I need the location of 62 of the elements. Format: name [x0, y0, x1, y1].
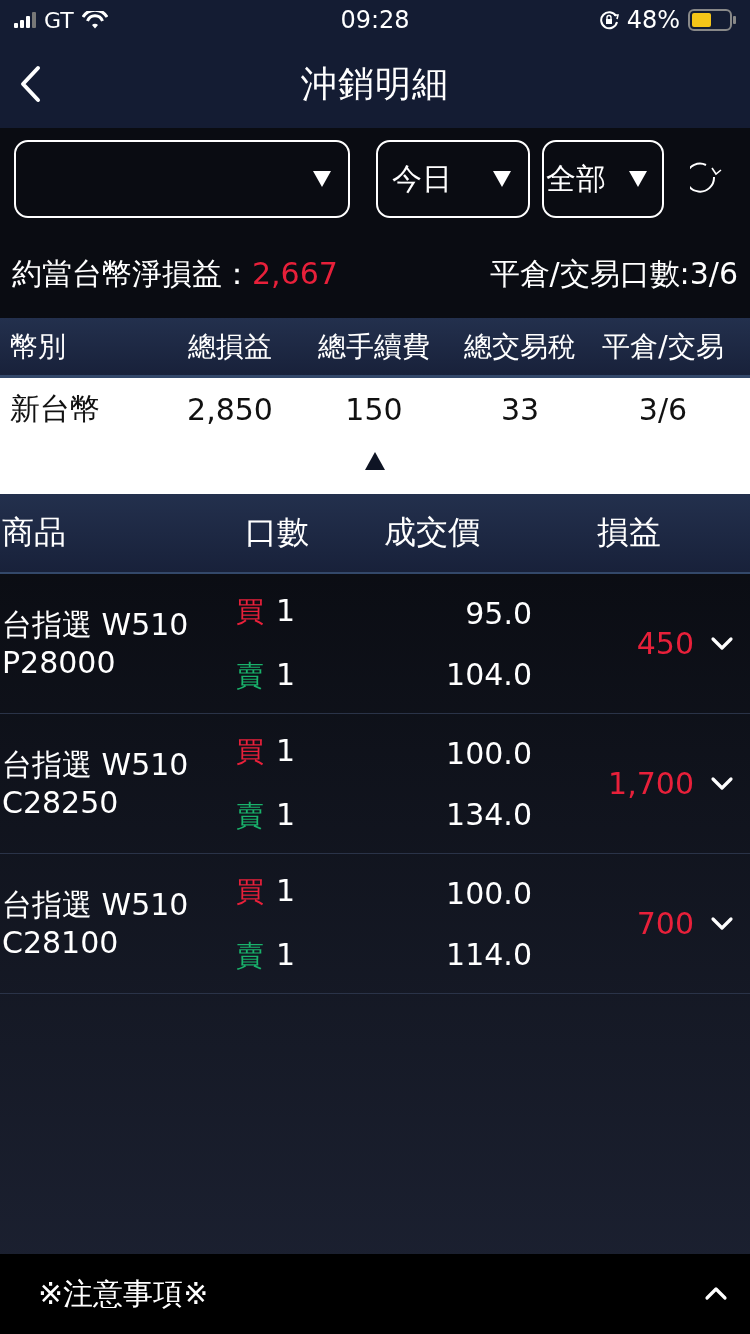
quantity: 1: [276, 936, 296, 974]
quantity: 1: [276, 592, 296, 630]
quantity: 1: [276, 732, 296, 770]
collapse-triangle-icon[interactable]: [363, 450, 387, 472]
net-pnl-label: 約當台幣淨損益：: [12, 255, 252, 291]
column-header: 平倉/交易: [601, 328, 725, 365]
price: 114.0: [445, 936, 532, 972]
sell-label: 賣: [236, 657, 264, 694]
buy-label: 買: [236, 733, 264, 770]
lots-count: 平倉/交易口數:3/6: [489, 254, 738, 293]
dropdown-triangle-icon: [312, 169, 332, 189]
table-cell-text: 新台幣: [10, 389, 101, 428]
column-header: 商品: [1, 512, 67, 553]
net-pnl-value: 2,667: [252, 255, 338, 291]
signal-icon: [14, 12, 36, 28]
buy-label: 買: [236, 593, 264, 630]
chevron-icon[interactable]: [710, 915, 734, 932]
column-header: 總交易稅: [463, 328, 577, 365]
dropdown-triangle-icon: [628, 169, 648, 189]
account-dropdown[interactable]: [14, 140, 350, 218]
price: 100.0: [445, 875, 532, 911]
table-cell-text: 33: [499, 391, 541, 427]
refresh-icon[interactable]: [690, 162, 724, 196]
quantity: 1: [276, 872, 296, 910]
pnl-value: 450: [636, 626, 694, 661]
filter-dropdown[interactable]: 全部: [542, 140, 664, 218]
sell-label: 賣: [236, 937, 264, 974]
battery-percent: 48%: [626, 6, 680, 34]
price: 104.0: [445, 656, 532, 692]
product-name: 台指選 W510 C28100: [1, 885, 190, 962]
column-header: 總損益: [187, 328, 273, 365]
column-header: 總手續費: [317, 328, 431, 365]
battery-icon: [688, 9, 736, 31]
pnl-value: 1,700: [608, 766, 694, 801]
dropdown-triangle-icon: [492, 169, 512, 189]
price: 95.0: [464, 595, 532, 631]
back-icon[interactable]: [18, 65, 42, 103]
filter-dropdown[interactable]: 今日: [376, 140, 530, 218]
chevron-icon[interactable]: [710, 775, 734, 792]
column-header: 成交價: [383, 512, 481, 553]
pnl-value: 700: [636, 906, 694, 941]
product-name: 台指選 W510 C28250: [1, 745, 190, 822]
sell-label: 賣: [236, 797, 264, 834]
page-title: 沖銷明細: [301, 61, 449, 106]
carrier-name: GT: [44, 7, 74, 33]
table-cell-text: 3/6: [637, 391, 689, 427]
quantity: 1: [276, 796, 296, 834]
wifi-icon: [81, 11, 108, 29]
table-cell-text: 150: [344, 391, 404, 427]
rotation-lock-icon: [598, 10, 619, 30]
column-header: 損益: [596, 512, 662, 553]
buy-label: 買: [236, 873, 264, 910]
table-cell-text: 2,850: [186, 391, 274, 427]
price: 134.0: [445, 796, 532, 832]
product-name: 台指選 W510 P28000: [1, 605, 190, 682]
status-time: 09:28: [340, 6, 410, 34]
notice-label: ※注意事項※: [38, 1274, 209, 1313]
column-header: 口數: [244, 512, 310, 553]
chevron-icon[interactable]: [710, 635, 734, 652]
price: 100.0: [445, 735, 532, 771]
quantity: 1: [276, 656, 296, 694]
column-header: 幣別: [10, 328, 67, 365]
